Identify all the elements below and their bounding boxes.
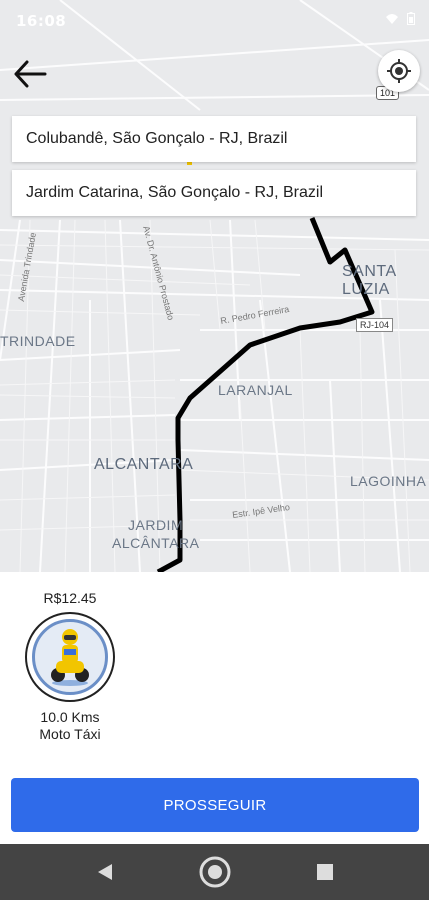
destination-address-field[interactable]: Jardim Catarina, São Gonçalo - RJ, Brazi… bbox=[12, 170, 416, 216]
battery-icon bbox=[407, 12, 415, 25]
map-label-lagoinha: LAGOINHA bbox=[350, 473, 427, 489]
nav-back-button[interactable] bbox=[87, 854, 123, 890]
service-distance: 10.0 Kms bbox=[40, 709, 100, 725]
arrow-left-icon bbox=[14, 60, 47, 88]
gps-locate-icon bbox=[387, 59, 411, 83]
back-button[interactable] bbox=[10, 54, 50, 94]
service-price: R$12.45 bbox=[43, 590, 97, 606]
square-recent-icon bbox=[316, 864, 333, 880]
map-label-alcantara-2: ALCÂNTARA bbox=[112, 535, 200, 551]
nav-home-button[interactable] bbox=[197, 854, 233, 890]
map-label-laranjal: LARANJAL bbox=[218, 382, 293, 398]
map-label-santa-luzia: SANTA LUZIA bbox=[342, 263, 396, 298]
origin-address-field[interactable]: Colubandê, São Gonçalo - RJ, Brazil bbox=[12, 116, 416, 162]
triangle-back-icon bbox=[97, 864, 112, 880]
route-badge-rj104: RJ-104 bbox=[356, 318, 394, 332]
my-location-button[interactable] bbox=[378, 50, 420, 92]
status-icons bbox=[385, 12, 415, 25]
moto-taxi-icon bbox=[51, 629, 89, 686]
status-bar: 16:08 bbox=[0, 0, 429, 40]
map-label-jardim: JARDIM bbox=[128, 517, 184, 533]
status-time: 16:08 bbox=[16, 12, 67, 30]
proceed-button[interactable]: PROSSEGUIR bbox=[11, 778, 419, 832]
service-avatar bbox=[25, 612, 115, 702]
service-name: Moto Táxi bbox=[39, 726, 101, 742]
map-label-alcantara: ALCANTARA bbox=[94, 456, 194, 473]
map-view[interactable]: SANTA LUZIA TRINDADE LARANJAL ALCANTARA … bbox=[0, 0, 429, 572]
android-nav-bar bbox=[0, 844, 429, 900]
service-option-moto-taxi[interactable]: R$12.45 10.0 Kms Moto Táxi bbox=[20, 590, 120, 743]
circle-home-icon bbox=[199, 856, 230, 888]
map-label-trindade: TRINDADE bbox=[0, 333, 76, 349]
nav-recent-button[interactable] bbox=[307, 854, 343, 890]
wifi-icon bbox=[386, 13, 398, 24]
